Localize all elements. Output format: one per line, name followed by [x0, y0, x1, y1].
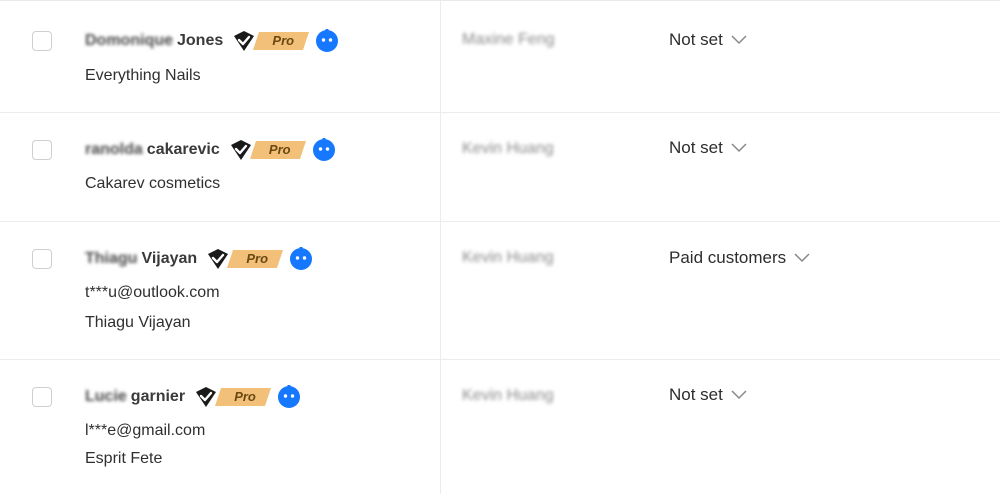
chat-bot-icon[interactable]: [289, 247, 313, 271]
segment-dropdown[interactable]: Paid customers: [669, 248, 810, 268]
customer-company: Esprit Fete: [85, 450, 163, 467]
owner-name: Kevin Huang: [462, 249, 554, 266]
table-row[interactable]: Lucie garnier Pro l***e@gmail.com Esprit…: [0, 360, 1000, 494]
customer-company: Everything Nails: [85, 67, 201, 84]
segment-dropdown[interactable]: Not set: [669, 30, 747, 50]
pro-badge: Pro: [231, 29, 339, 53]
customer-email: t***u@outlook.com: [85, 284, 220, 301]
segment-value: Not set: [669, 385, 723, 404]
pro-label: Pro: [246, 251, 269, 266]
table-row[interactable]: Thiagu Vijayan Pro t***u@outlook.com Thi…: [0, 222, 1000, 360]
segment-value: Not set: [669, 30, 723, 49]
owner-name: Maxine Feng: [462, 31, 555, 48]
customer-company: Thiagu Vijayan: [85, 314, 191, 331]
customer-last-name[interactable]: cakarevic: [147, 141, 220, 159]
segment-value: Paid customers: [669, 248, 787, 267]
customer-email: l***e@gmail.com: [85, 422, 206, 439]
pro-badge: Pro: [193, 385, 301, 409]
chevron-down-icon: [731, 390, 747, 400]
row-checkbox[interactable]: [32, 387, 52, 407]
pro-badge: Pro: [228, 138, 336, 162]
customer-last-name[interactable]: Vijayan: [141, 250, 197, 268]
row-checkbox[interactable]: [32, 31, 52, 51]
table-row[interactable]: Domonique Jones Pro Everything Nails Max…: [0, 1, 1000, 113]
pro-badge: Pro: [205, 247, 313, 271]
customer-last-name[interactable]: garnier: [131, 388, 185, 406]
customer-first-name[interactable]: ranolda: [85, 141, 143, 159]
chat-bot-icon[interactable]: [277, 385, 301, 409]
customer-name-line: ranolda cakarevic Pro: [85, 138, 336, 162]
customer-first-name[interactable]: Domonique: [85, 32, 173, 50]
customer-name-line: Thiagu Vijayan Pro: [85, 247, 313, 271]
customer-last-name[interactable]: Jones: [177, 32, 223, 50]
pro-tag: Pro: [249, 140, 306, 160]
pro-label: Pro: [234, 389, 256, 404]
pro-tag: Pro: [215, 387, 272, 407]
pro-label: Pro: [268, 142, 291, 157]
chat-bot-icon[interactable]: [312, 138, 336, 162]
pro-tag: Pro: [227, 249, 284, 269]
segment-dropdown[interactable]: Not set: [669, 385, 747, 405]
customer-name-line: Lucie garnier Pro: [85, 385, 301, 409]
pro-label: Pro: [272, 33, 295, 48]
owner-name: Kevin Huang: [462, 140, 554, 157]
owner-name: Kevin Huang: [462, 387, 554, 404]
segment-value: Not set: [669, 138, 723, 157]
pro-tag: Pro: [253, 31, 310, 51]
customer-name-line: Domonique Jones Pro: [85, 29, 339, 53]
chat-bot-icon[interactable]: [315, 29, 339, 53]
row-checkbox[interactable]: [32, 140, 52, 160]
customer-company: Cakarev cosmetics: [85, 175, 221, 192]
row-checkbox[interactable]: [32, 249, 52, 269]
segment-dropdown[interactable]: Not set: [669, 138, 747, 158]
customer-first-name[interactable]: Lucie: [85, 388, 127, 406]
chevron-down-icon: [794, 253, 810, 263]
customer-table: Domonique Jones Pro Everything Nails Max…: [0, 0, 1000, 494]
chevron-down-icon: [731, 35, 747, 45]
chevron-down-icon: [731, 143, 747, 153]
table-row[interactable]: ranolda cakarevic Pro Cakarev cosmetics …: [0, 113, 1000, 222]
customer-first-name[interactable]: Thiagu: [85, 250, 137, 268]
